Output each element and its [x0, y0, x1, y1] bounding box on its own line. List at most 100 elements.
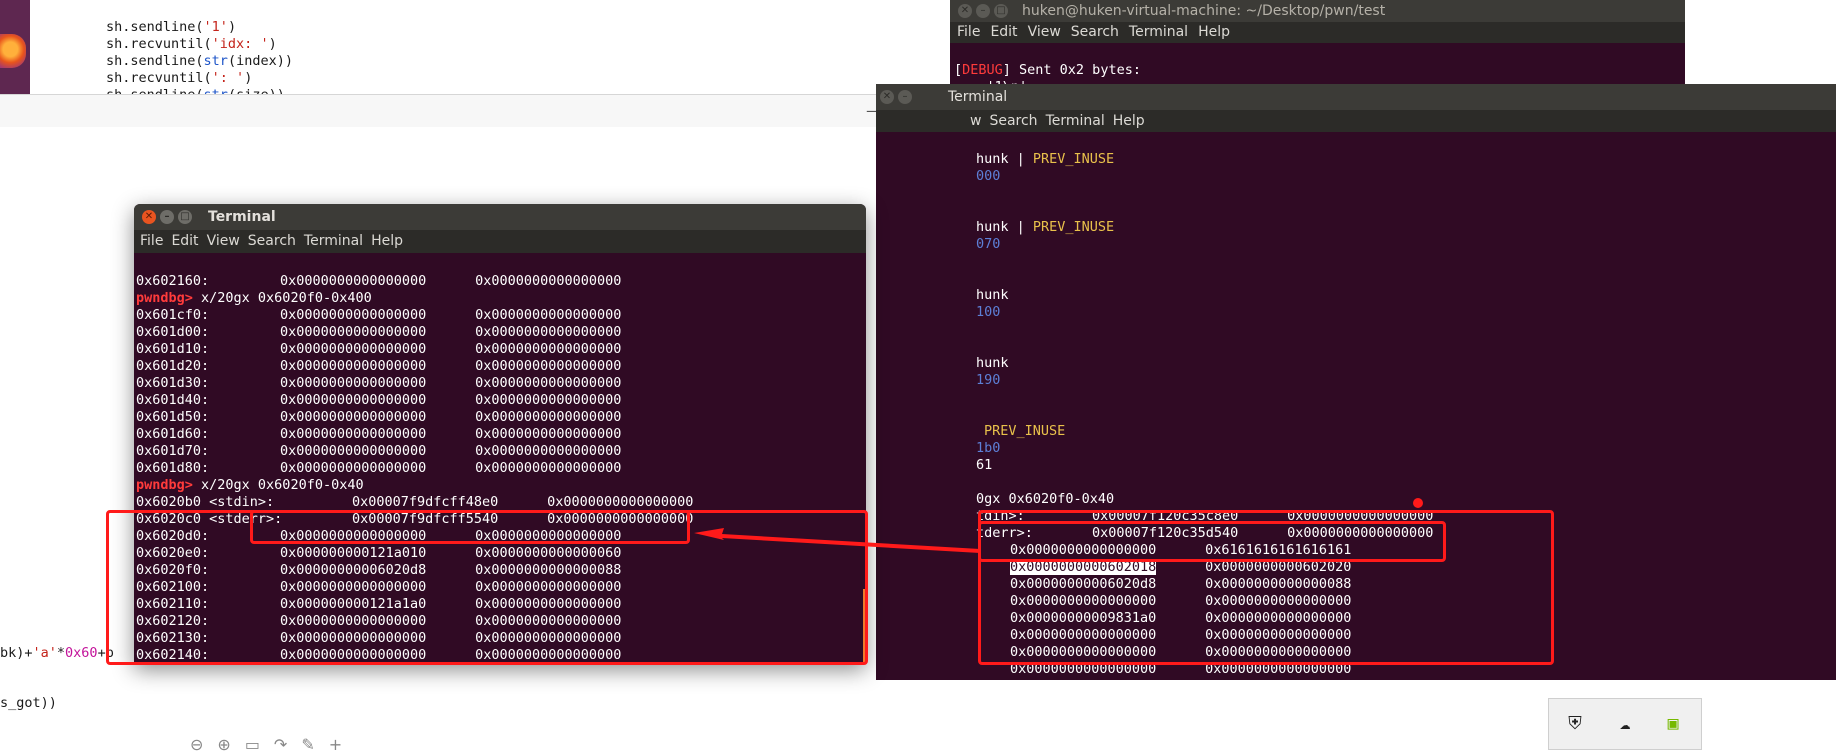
cloud-off-icon[interactable]: ☁ [1613, 712, 1637, 736]
menu-terminal[interactable]: Terminal [1129, 24, 1188, 40]
memory-row: 0x0000000000000000 0x0000000000000000 [876, 627, 1433, 644]
close-icon[interactable]: ✕ [958, 4, 972, 18]
menu-help[interactable]: Help [371, 233, 403, 249]
window-title: Terminal [208, 209, 276, 225]
memory-row: 0x601d30: 0x0000000000000000 0x0000000000… [136, 375, 693, 392]
close-icon[interactable]: ✕ [880, 90, 894, 104]
memory-address: 0x602110: [136, 596, 210, 612]
memory-row: 0x601d20: 0x0000000000000000 0x0000000000… [136, 358, 693, 375]
memory-row: 0x601d60: 0x0000000000000000 0x0000000000… [136, 426, 693, 443]
menu-view[interactable]: View [207, 233, 240, 249]
system-tray: ⛨ ☁ ▣ [1548, 698, 1702, 750]
memory-row: 0x602110: 0x000000000121a1a0 0x0000000000… [136, 596, 693, 613]
firefox-icon[interactable] [0, 34, 26, 68]
memory-address: 0x602100: [136, 579, 210, 595]
terminal-output[interactable]: 0x602160: 0x0000000000000000 0x0000000000… [136, 256, 693, 664]
memory-address: 0x601d50: [136, 409, 210, 425]
menu-help[interactable]: Help [1198, 24, 1230, 40]
memory-address: 0x601d10: [136, 341, 210, 357]
memory-value: 0x0000000000000000 [280, 630, 427, 646]
nvidia-icon[interactable]: ▣ [1661, 712, 1685, 736]
debug-tag: DEBUG [962, 62, 1003, 78]
code-line: sh.recvuntil(': ') [106, 70, 253, 86]
memory-value: 0x0000000000000000 [280, 647, 427, 663]
command-line: pwndbg> x/20gx 0x6020f0-0x40 [136, 477, 364, 493]
memory-row: 0x00000000006020d8 0x0000000000000088 [876, 576, 1433, 593]
maximize-icon[interactable]: □ [178, 210, 192, 224]
memory-value: 0x0000000000000000 [475, 341, 622, 357]
memory-rows: 0x6020d0: 0x0000000000000000 0x0000000000… [136, 528, 693, 664]
zoom-toolbar[interactable]: ⊖⊕▭↷✎+ [190, 735, 356, 754]
memory-value: 0x0000000000000000 [475, 647, 622, 663]
memory-value: 0x0000000000000000 [1205, 661, 1352, 677]
scrollbar[interactable] [863, 589, 866, 664]
memory-row: 0x0000000000000000 0x6161616161616161 [876, 542, 1433, 559]
menu-edit[interactable]: Edit [171, 233, 198, 249]
memory-value: 0x0000000000602018 [1010, 559, 1157, 575]
launcher-bar [0, 0, 30, 100]
window-titlebar[interactable]: ✕ – Terminal [876, 84, 1836, 110]
menu-help[interactable]: Help [1113, 113, 1145, 129]
shield-icon[interactable]: ⛨ [1563, 712, 1587, 736]
memory-address: 0x6020d0: [136, 528, 210, 544]
memory-value: 0x0000000000000000 [1010, 644, 1157, 660]
menu-view[interactable]: w [970, 113, 981, 129]
menu-view[interactable]: View [1028, 24, 1061, 40]
memory-value: 0x0000000000000000 [280, 341, 427, 357]
memory-value: 0x0000000000000000 [475, 375, 622, 391]
memory-address: 0x601d40: [136, 392, 210, 408]
minimize-icon[interactable]: – [976, 4, 990, 18]
menu-bar: File Edit View Search Terminal Help [950, 22, 1685, 43]
minimize-icon[interactable]: – [160, 210, 174, 224]
menu-file[interactable]: File [957, 24, 980, 40]
memory-value: 0x00000000006020d8 [280, 562, 427, 578]
memory-row: 0x601d70: 0x0000000000000000 0x0000000000… [136, 443, 693, 460]
memory-row: 0x602120: 0x0000000000000000 0x0000000000… [136, 613, 693, 630]
pwndbg-terminal-window: ✕ – □ Terminal File Edit View Search Termina… [134, 204, 866, 664]
menu-search[interactable]: Search [1071, 24, 1119, 40]
menu-terminal[interactable]: Terminal [304, 233, 363, 249]
memory-value: 0x0000000000000000 [475, 392, 622, 408]
memory-value: 0x00000000006020d8 [1010, 576, 1157, 592]
menu-terminal[interactable]: Terminal [1046, 113, 1105, 129]
memory-value: 0x0000000000000000 [475, 528, 622, 544]
maximize-icon[interactable]: □ [994, 4, 1008, 18]
memory-address: 0x601d20: [136, 358, 210, 374]
window-title: huken@huken-virtual-machine: ~/Desktop/p… [1022, 3, 1386, 19]
memory-row: 0x601d50: 0x0000000000000000 0x0000000000… [136, 409, 693, 426]
memory-address: 0x601d60: [136, 426, 210, 442]
memory-row: 0x6020f0: 0x00000000006020d8 0x0000000000… [136, 562, 693, 579]
memory-value: 0x0000000000000000 [475, 324, 622, 340]
memory-value: 0x0000000000000000 [280, 579, 427, 595]
memory-value: 0x0000000000000060 [475, 545, 622, 561]
memory-value: 0x0000000000000000 [475, 307, 622, 323]
memory-row: 0x601cf0: 0x0000000000000000 0x0000000000… [136, 307, 693, 324]
memory-value: 0x0000000000000000 [1205, 627, 1352, 643]
memory-value: 0x6161616161616161 [1205, 542, 1352, 558]
memory-value: 0x0000000000000000 [280, 460, 427, 476]
memory-value: 0x000000000121a010 [280, 545, 427, 561]
memory-row: 0x6020c0 <stderr>: 0x00007f9dfcff5540 0x0… [136, 511, 694, 527]
menu-edit[interactable]: Edit [990, 24, 1017, 40]
code-line: sh.sendline(str(index)) [106, 53, 293, 69]
close-icon[interactable]: ✕ [142, 210, 156, 224]
memory-address: 0x601d00: [136, 324, 210, 340]
memory-row: 0x6020b0 <stdin>: 0x00007f9dfcff48e0 0x00… [136, 494, 694, 510]
menu-bar: File Edit View Search Terminal Help [134, 230, 866, 253]
memory-value: 0x0000000000000000 [475, 358, 622, 374]
window-titlebar[interactable]: ✕ – □ Terminal [134, 204, 866, 230]
memory-row: 0x0000000000602018 0x0000000000602020 [876, 559, 1433, 576]
memory-value: 0x0000000000000000 [475, 596, 622, 612]
memory-address: 0x601cf0: [136, 307, 210, 323]
memory-value: 0x000000000121a1a0 [280, 596, 427, 612]
window-titlebar[interactable]: — ☐ ✕ [0, 95, 980, 127]
minimize-icon[interactable]: – [898, 90, 912, 104]
menu-search[interactable]: Search [248, 233, 296, 249]
memory-value: 0x0000000000000000 [475, 426, 622, 442]
menu-search[interactable]: Search [989, 113, 1037, 129]
memory-address: 0x6020e0: [136, 545, 210, 561]
menu-file[interactable]: File [140, 233, 163, 249]
memory-address: 0x602130: [136, 630, 210, 646]
window-titlebar[interactable]: ✕ – □ huken@huken-virtual-machine: ~/Des… [950, 0, 1685, 22]
heap-terminal-window: ✕ – Terminal w Search Terminal Help hunk | … [876, 84, 1836, 680]
